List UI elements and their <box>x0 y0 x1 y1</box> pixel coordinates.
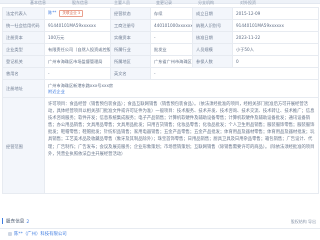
paid-value: - <box>150 31 193 44</box>
authority-value: 广州市海珠区市场监督管理局 <box>44 55 111 68</box>
company-logo-icon <box>8 232 12 236</box>
paid-label: 实缴资本 <box>110 31 151 44</box>
area-value: 广东省广州市海珠区 <box>150 55 193 68</box>
section-divider <box>0 228 320 229</box>
capital-value: 100万元 <box>44 31 111 44</box>
status-label: 经营状态 <box>110 7 151 20</box>
credit-code-value: 91440101MA59xxxxxx <box>44 19 111 32</box>
former-name-label: 曾用名 <box>2 67 45 80</box>
address-cell: 广州市海珠区新港东路xxx号xxx房 附近企业 <box>44 79 319 98</box>
english-name-value: - <box>150 67 319 80</box>
section-tools[interactable]: 股权结构 导出 <box>291 218 316 225</box>
legal-rep-cell: 陈** 关联企业 3 <box>44 7 111 20</box>
former-name-value: - <box>44 67 111 80</box>
scope-cell: 许可项目：食品经营（销售预包装食品）；食品互联网销售（销售预包装食品）。（依法须… <box>44 97 319 194</box>
industry-value: 批发业 <box>150 43 193 56</box>
section-title-text: 股东信息 <box>6 219 25 225</box>
nearby-companies-link[interactable]: 附近企业 <box>48 89 315 95</box>
company-info-table: 法定代表人 陈** 关联企业 3 经营状态 存续 成立日期 2015-12-09 … <box>2 7 319 194</box>
authority-label: 登记机关 <box>2 55 45 68</box>
legal-rep-label: 法定代表人 <box>2 7 45 20</box>
capital-label: 注册资本 <box>2 31 45 44</box>
org-type-value: 有限责任公司（自然人投资或控股） <box>44 43 111 56</box>
tab-branches[interactable]: 分支机构 <box>198 0 214 5</box>
tab-investments[interactable]: 对外投资 <box>240 0 256 5</box>
taxpayer-value: 91440101MA59xxxxxx <box>232 19 319 32</box>
established-label: 成立日期 <box>192 7 233 20</box>
scope-text: 许可项目：食品经营（销售预包装食品）；食品互联网销售（销售预包装食品）。（依法须… <box>48 102 315 157</box>
credit-code-label: 统一社会信用代码 <box>2 19 45 32</box>
taxpayer-label: 纳税人识别号 <box>192 19 233 32</box>
scope-label: 经营范围 <box>2 97 45 194</box>
section-count: 2 <box>26 219 30 225</box>
regnum-value: 440101000xxxxxx <box>150 19 193 32</box>
shareholders-section-title: 股东信息 2 <box>2 218 29 225</box>
legal-rep-name-link[interactable]: 陈** <box>48 10 56 15</box>
tab-strip: 基本信息 股东信息 主要人员 变更记录 分支机构 对外投资 <box>0 0 320 5</box>
insured-label: 参保人数 <box>192 55 233 68</box>
tab-shareholders[interactable]: 股东信息 <box>72 0 88 5</box>
regnum-label: 工商注册号 <box>110 19 151 32</box>
address-label: 注册地址 <box>2 79 45 98</box>
tab-key-staff[interactable]: 主要人员 <box>114 0 130 5</box>
shareholder-company-link[interactable]: 陈**（广州）科技有限公司 <box>14 231 67 237</box>
staff-label: 人员规模 <box>192 43 233 56</box>
tab-change-log[interactable]: 变更记录 <box>156 0 172 5</box>
section-accent-bar <box>2 218 3 224</box>
approve-label: 核准日期 <box>192 31 233 44</box>
approve-value: 2023-11-22 <box>232 31 319 44</box>
staff-value: 小于50人 <box>232 43 319 56</box>
related-companies-badge[interactable]: 关联企业 3 <box>59 10 84 17</box>
industry-label: 所属行业 <box>110 43 151 56</box>
established-value: 2015-12-09 <box>232 7 319 20</box>
org-type-label: 企业类型 <box>2 43 45 56</box>
status-value: 存续 <box>150 7 193 20</box>
tab-basic-info[interactable]: 基本信息 <box>30 0 46 5</box>
insured-value: 0 <box>232 55 319 68</box>
english-name-label: 英文名 <box>110 67 151 80</box>
area-label: 所属地区 <box>110 55 151 68</box>
